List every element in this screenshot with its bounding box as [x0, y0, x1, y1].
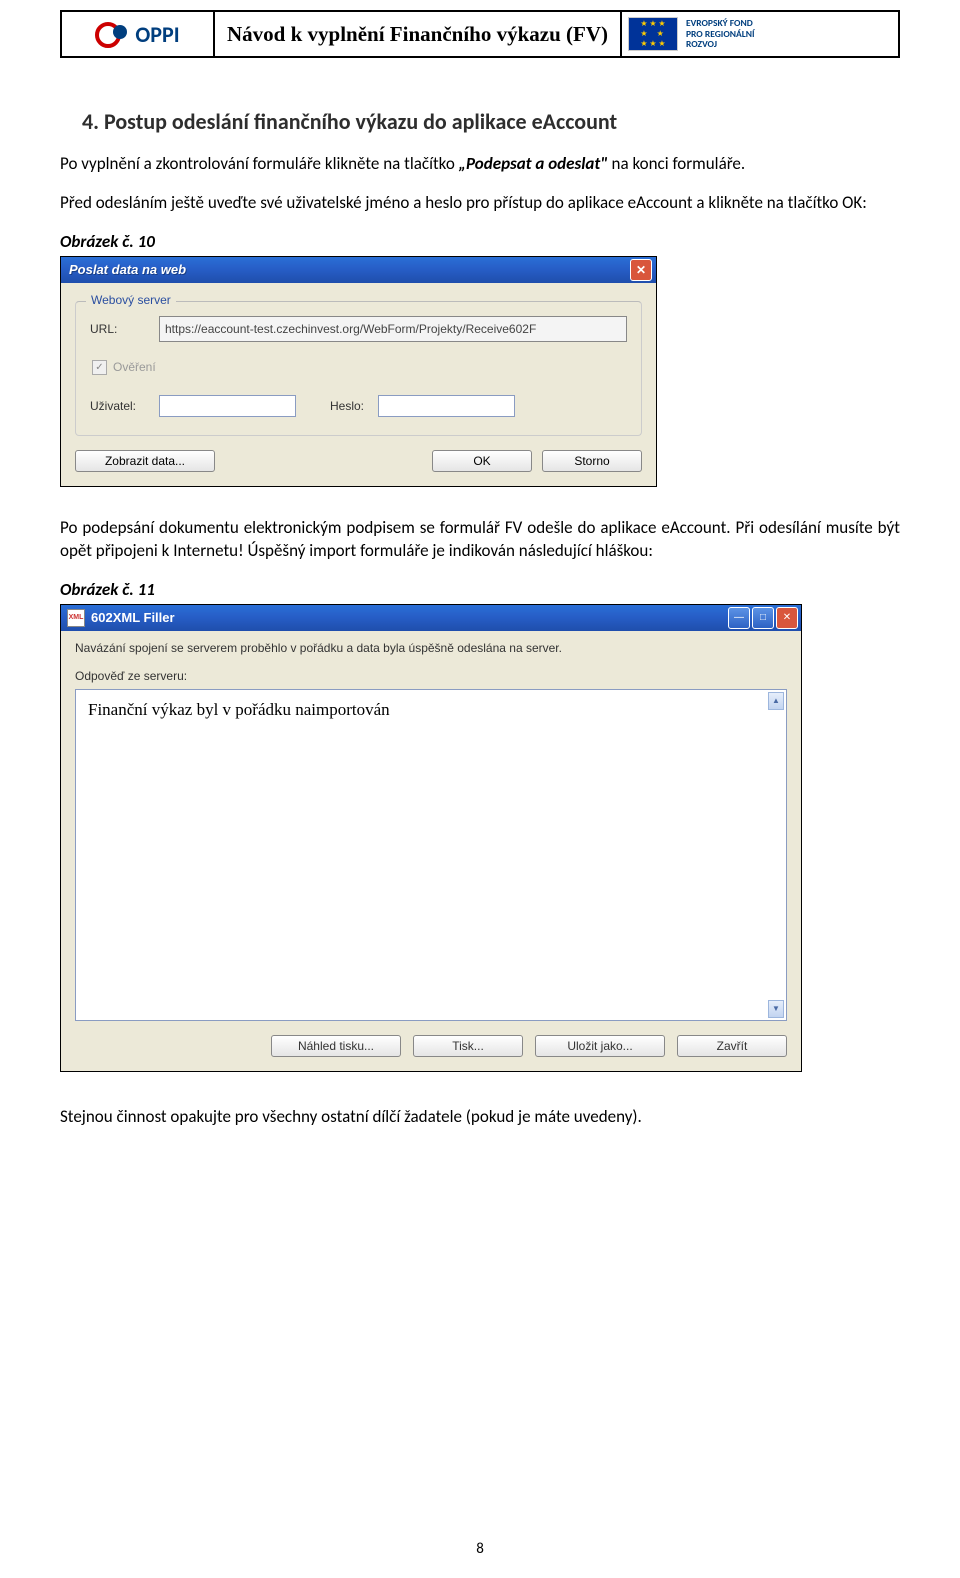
page-title: Návod k vyplnění Finančního výkazu (FV) — [215, 10, 620, 58]
url-input[interactable]: https://eaccount-test.czechinvest.org/We… — [159, 316, 627, 342]
reply-label: Odpověď ze serveru: — [75, 669, 787, 683]
dialog2-body: Navázání spojení se serverem proběhlo v … — [61, 631, 801, 1071]
save-as-button[interactable]: Uložit jako... — [535, 1035, 665, 1057]
scroll-up-icon[interactable]: ▲ — [768, 692, 784, 710]
paragraph-4: Stejnou činnost opakujte pro všechny ost… — [60, 1106, 900, 1129]
maximize-icon[interactable]: □ — [752, 607, 774, 629]
pass-label: Heslo: — [330, 399, 364, 413]
paragraph-1: Po vyplnění a zkontrolování formuláře kl… — [60, 153, 900, 176]
ok-button[interactable]: OK — [432, 450, 532, 472]
document-page: OPPI Návod k vyplnění Finančního výkazu … — [0, 10, 960, 1578]
web-server-group: Webový server URL: https://eaccount-test… — [75, 301, 642, 436]
user-label: Uživatel: — [90, 399, 145, 413]
dialog1-body: Webový server URL: https://eaccount-test… — [61, 283, 656, 486]
dialog1-buttons: Zobrazit data... OK Storno — [75, 450, 642, 472]
reply-textarea[interactable]: Finanční výkaz byl v pořádku naimportová… — [75, 689, 787, 1021]
dialog2-buttons: Náhled tisku... Tisk... Uložit jako... Z… — [75, 1035, 787, 1057]
cancel-button[interactable]: Storno — [542, 450, 642, 472]
checkbox-icon[interactable]: ✓ — [92, 360, 107, 375]
page-header: OPPI Návod k vyplnění Finančního výkazu … — [60, 10, 900, 58]
close-icon[interactable]: ✕ — [776, 607, 798, 629]
print-preview-button[interactable]: Náhled tisku... — [271, 1035, 401, 1057]
dialog2-titlebar: XML 602XML Filler — □ ✕ — [61, 605, 801, 631]
page-number: 8 — [0, 1540, 960, 1558]
paragraph-3: Po podepsání dokumentu elektronickým pod… — [60, 517, 900, 563]
dialog1-title-text: Poslat data na web — [69, 262, 186, 277]
oppi-logo: OPPI — [95, 17, 179, 51]
figure-label-10: Obrázek č. 10 — [60, 231, 900, 252]
user-input[interactable] — [159, 395, 296, 417]
url-row: URL: https://eaccount-test.czechinvest.o… — [90, 316, 627, 342]
status-message: Navázání spojení se serverem proběhlo v … — [75, 641, 787, 655]
oppi-icon — [95, 17, 129, 51]
verify-label: Ověření — [113, 360, 156, 374]
print-button[interactable]: Tisk... — [413, 1035, 523, 1057]
pass-input[interactable] — [378, 395, 515, 417]
eu-fund-box: ★ ★ ★★ ★★ ★ ★ EVROPSKÝ FOND PRO REGIONÁL… — [620, 10, 900, 58]
minimize-icon[interactable]: — — [728, 607, 750, 629]
reply-text: Finanční výkaz byl v pořádku naimportová… — [88, 700, 774, 720]
close-button[interactable]: Zavřít — [677, 1035, 787, 1057]
page-content: 4. Postup odeslání finančního výkazu do … — [60, 108, 900, 1129]
credentials-row: Uživatel: Heslo: — [90, 395, 627, 417]
paragraph-2: Před odesláním ještě uveďte své uživatel… — [60, 192, 900, 215]
logo-oppi-box: OPPI — [60, 10, 215, 58]
group-legend: Webový server — [86, 293, 176, 307]
verify-checkbox-row: ✓ Ověření — [92, 360, 627, 375]
oppi-text: OPPI — [135, 21, 179, 48]
scrollbar[interactable]: ▲ ▼ — [768, 692, 784, 1018]
eu-flag-icon: ★ ★ ★★ ★★ ★ ★ — [628, 17, 678, 51]
section-heading: 4. Postup odeslání finančního výkazu do … — [82, 108, 900, 135]
dialog-send-data: Poslat data na web ✕ Webový server URL: … — [60, 256, 657, 487]
dialog-import-result: XML 602XML Filler — □ ✕ Navázání spojení… — [60, 604, 802, 1072]
dialog2-title-text: 602XML Filler — [91, 610, 175, 625]
url-label: URL: — [90, 322, 145, 336]
xml-icon: XML — [67, 609, 85, 627]
scroll-down-icon[interactable]: ▼ — [768, 1000, 784, 1018]
show-data-button[interactable]: Zobrazit data... — [75, 450, 215, 472]
window-buttons: — □ ✕ — [728, 607, 798, 629]
dialog1-titlebar: Poslat data na web ✕ — [61, 257, 656, 283]
close-icon[interactable]: ✕ — [630, 259, 652, 281]
eu-fund-label: EVROPSKÝ FOND PRO REGIONÁLNÍ ROZVOJ — [686, 18, 755, 49]
figure-label-11: Obrázek č. 11 — [60, 579, 900, 600]
